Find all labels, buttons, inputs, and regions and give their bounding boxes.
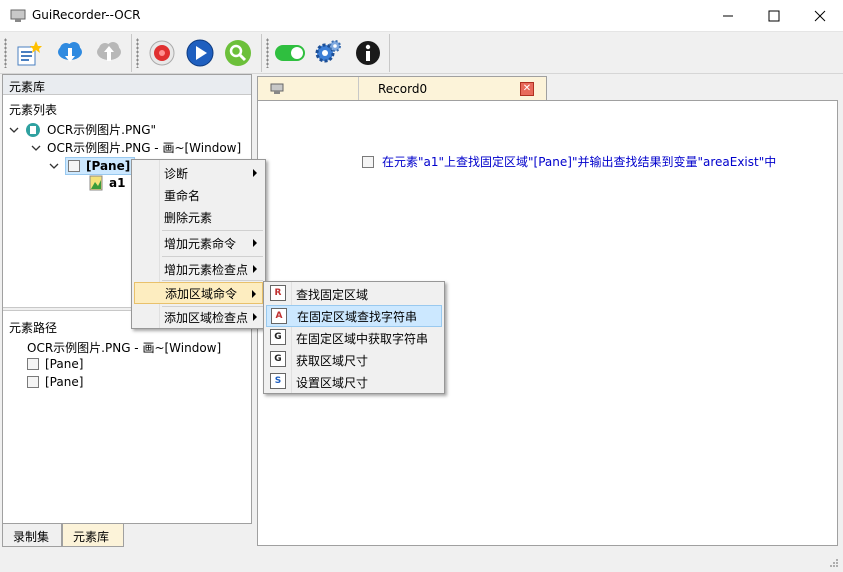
tab-recordings[interactable]: 录制集: [2, 524, 62, 547]
selected-node[interactable]: [Pane]: [65, 157, 136, 175]
menu-item-label: 查找固定区域: [296, 287, 369, 302]
menu-item-label: 增加元素检查点: [164, 262, 249, 277]
record-tab-icon: [270, 83, 284, 94]
cloud-upload-icon[interactable]: [93, 37, 125, 69]
menu-item-get-string-in-region[interactable]: G 在固定区域中获取字符串: [266, 327, 442, 349]
tree-node-label: OCR示例图片.PNG - 画~[Window]: [47, 141, 242, 155]
chevron-down-icon[interactable]: [49, 161, 59, 171]
info-icon[interactable]: [352, 37, 384, 69]
find-icon[interactable]: [222, 37, 254, 69]
menu-item-diagnose[interactable]: 诊断: [134, 162, 263, 184]
menu-separator: [162, 280, 263, 281]
get-string-icon: G: [270, 329, 286, 345]
window-title: GuiRecorder--OCR: [32, 8, 141, 22]
submenu-arrow-icon: [252, 290, 256, 298]
toolbar-grip[interactable]: [4, 38, 7, 68]
pane-icon: [27, 358, 39, 370]
submenu-arrow-icon: [253, 239, 257, 247]
tree-node-root[interactable]: OCR示例图片.PNG": [9, 121, 156, 138]
find-string-icon: A: [271, 308, 287, 324]
menu-item-add-element-checkpoint[interactable]: 增加元素检查点: [134, 258, 263, 280]
menu-item-label: 添加区域检查点: [164, 310, 249, 325]
submenu-arrow-icon: [253, 169, 257, 177]
panel-header: 元素库: [3, 75, 251, 95]
toggle-icon[interactable]: [274, 37, 306, 69]
menu-item-label: 设置区域尺寸: [296, 375, 369, 390]
title-bar: GuiRecorder--OCR: [0, 0, 843, 32]
menu-item-get-region-size[interactable]: G 获取区域尺寸: [266, 349, 442, 371]
get-size-icon: G: [270, 351, 286, 367]
minimize-button[interactable]: [705, 0, 751, 32]
tree-node-window[interactable]: OCR示例图片.PNG - 画~[Window]: [31, 139, 241, 156]
tab-record0[interactable]: Record0 ✕: [257, 76, 547, 101]
menu-item-add-region-command[interactable]: 添加区域命令: [134, 282, 263, 304]
path-item-label: [Pane]: [45, 357, 84, 371]
path-item-pane[interactable]: [Pane]: [27, 357, 83, 371]
settings-icon[interactable]: [312, 37, 344, 69]
record-step-text: 在元素"a1"上查找固定区域"[Pane]"并输出查找结果到变量"areaExi…: [382, 155, 777, 169]
path-item-label: [Pane]: [45, 375, 84, 389]
menu-item-find-string-in-region[interactable]: A 在固定区域查找字符串: [266, 305, 442, 327]
new-project-icon[interactable]: [12, 37, 44, 69]
menu-separator: [162, 256, 263, 257]
step-checkbox[interactable]: [362, 155, 374, 168]
element-list-label: 元素列表: [9, 103, 58, 117]
tree-node-leaf[interactable]: a1: [89, 175, 125, 191]
menu-item-set-region-size[interactable]: S 设置区域尺寸: [266, 371, 442, 393]
menu-item-label: 在固定区域查找字符串: [297, 309, 418, 324]
path-item-window[interactable]: OCR示例图片.PNG - 画~[Window]: [27, 339, 221, 356]
tree-node-label: a1: [109, 176, 126, 190]
chevron-down-icon[interactable]: [9, 125, 19, 135]
set-size-icon: S: [270, 373, 286, 389]
menu-item-label: 删除元素: [164, 210, 213, 225]
menu-item-label: 在固定区域中获取字符串: [296, 331, 429, 346]
tree-node-label: [Pane]: [86, 159, 131, 173]
status-bar: [0, 548, 843, 572]
resize-grip-icon[interactable]: [829, 558, 839, 568]
tab-title: Record0: [378, 82, 428, 96]
maximize-button[interactable]: [751, 0, 797, 32]
menu-separator: [162, 230, 263, 231]
region-command-submenu: R 查找固定区域 A 在固定区域查找字符串 G 在固定区域中获取字符串 G 获取…: [263, 281, 445, 394]
tree-node-label: OCR示例图片.PNG": [47, 123, 157, 137]
app-icon: [10, 9, 26, 22]
pane-icon: [68, 160, 80, 172]
play-icon[interactable]: [184, 37, 216, 69]
tab-close-button[interactable]: ✕: [520, 82, 534, 96]
submenu-arrow-icon: [253, 265, 257, 273]
toolbar-grip[interactable]: [266, 38, 269, 68]
bottom-tab-strip: 录制集 元素库: [2, 524, 252, 548]
find-region-icon: R: [270, 285, 286, 301]
path-item-label: OCR示例图片.PNG - 画~[Window]: [27, 341, 222, 355]
menu-item-delete[interactable]: 删除元素: [134, 206, 263, 228]
menu-item-add-element-command[interactable]: 增加元素命令: [134, 232, 263, 254]
menu-item-label: 诊断: [164, 166, 189, 181]
pane-icon: [27, 376, 39, 388]
submenu-arrow-icon: [253, 313, 257, 321]
menu-item-add-region-checkpoint[interactable]: 添加区域检查点: [134, 306, 263, 328]
close-button[interactable]: [797, 0, 843, 32]
element-path-label: 元素路径: [9, 321, 58, 335]
toolbar: [0, 32, 843, 74]
record-step[interactable]: 在元素"a1"上查找固定区域"[Pane]"并输出查找结果到变量"areaExi…: [362, 153, 776, 170]
image-element-icon: [89, 175, 103, 191]
menu-item-label: 获取区域尺寸: [296, 353, 369, 368]
menu-item-label: 添加区域命令: [165, 286, 238, 301]
path-item-pane[interactable]: [Pane]: [27, 375, 83, 389]
menu-item-label: 增加元素命令: [164, 236, 237, 251]
toolbar-grip[interactable]: [136, 38, 139, 68]
menu-item-find-region[interactable]: R 查找固定区域: [266, 283, 442, 305]
menu-item-rename[interactable]: 重命名: [134, 184, 263, 206]
menu-item-label: 重命名: [164, 188, 201, 203]
context-menu: 诊断 重命名 删除元素 增加元素命令 增加元素检查点 添加区域命令 添加区域检查…: [131, 159, 266, 329]
record-icon[interactable]: [146, 37, 178, 69]
window-node-icon: [26, 122, 40, 137]
tab-element-library[interactable]: 元素库: [62, 524, 124, 547]
tree-node-pane[interactable]: [Pane]: [49, 157, 136, 175]
cloud-download-icon[interactable]: [54, 37, 86, 69]
chevron-down-icon[interactable]: [31, 143, 41, 153]
